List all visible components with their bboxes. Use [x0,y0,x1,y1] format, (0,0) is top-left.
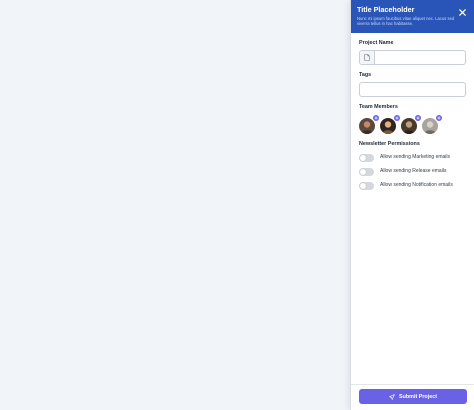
team-members-group: Team Members [359,104,466,134]
newsletter-label: Newsletter Permissions [359,141,420,147]
panel-header: Title Placeholder Nunc mi ipsum faucibus… [351,0,474,33]
project-name-group: Project Name [359,40,466,65]
submit-project-button[interactable]: Submit Project [359,389,467,404]
slide-over-panel: Title Placeholder Nunc mi ipsum faucibus… [350,0,474,410]
plus-icon[interactable] [393,114,401,122]
plus-icon[interactable] [435,114,443,122]
newsletter-option-marketing: Allow sending Marketing emails [359,153,466,162]
document-icon [360,51,375,64]
project-name-input[interactable] [375,51,465,64]
team-member-3[interactable] [401,114,422,134]
marketing-toggle[interactable] [359,153,374,162]
team-member-2[interactable] [380,114,401,134]
team-member-1[interactable] [359,114,380,134]
tags-input[interactable] [359,82,466,97]
toggle-knob [360,154,366,161]
team-members-list [359,114,466,134]
marketing-toggle-label: Allow sending Marketing emails [380,154,451,160]
newsletter-option-release: Allow sending Release emails [359,167,466,176]
toggle-knob [360,168,366,175]
team-members-label: Team Members [359,104,398,110]
newsletter-group: Newsletter Permissions Allow sending Mar… [359,141,466,190]
project-name-label: Project Name [359,40,394,46]
notification-toggle[interactable] [359,181,374,190]
panel-title: Title Placeholder [357,5,415,14]
plus-icon[interactable] [372,114,380,122]
newsletter-option-notification: Allow sending Notification emails [359,181,466,190]
send-icon [389,393,395,400]
project-name-field [359,50,466,65]
submit-project-label: Submit Project [398,393,438,400]
tags-group: Tags [359,72,466,97]
close-icon [459,9,466,16]
page-backdrop [0,0,350,410]
newsletter-options: Allow sending Marketing emails Allow sen… [359,153,466,190]
panel-footer: Submit Project [351,384,474,410]
notification-toggle-label: Allow sending Notification emails [380,182,453,188]
plus-icon[interactable] [414,114,422,122]
panel-body: Project Name Tags Team Members Newslette… [351,33,474,190]
release-toggle[interactable] [359,167,374,176]
team-member-4[interactable] [422,114,443,134]
release-toggle-label: Allow sending Release emails [380,168,447,174]
tags-label: Tags [359,72,372,78]
toggle-knob [360,182,366,189]
close-button[interactable] [458,8,467,17]
panel-description: Nunc mi ipsum faucibus vitae aliquet nec… [357,16,455,27]
